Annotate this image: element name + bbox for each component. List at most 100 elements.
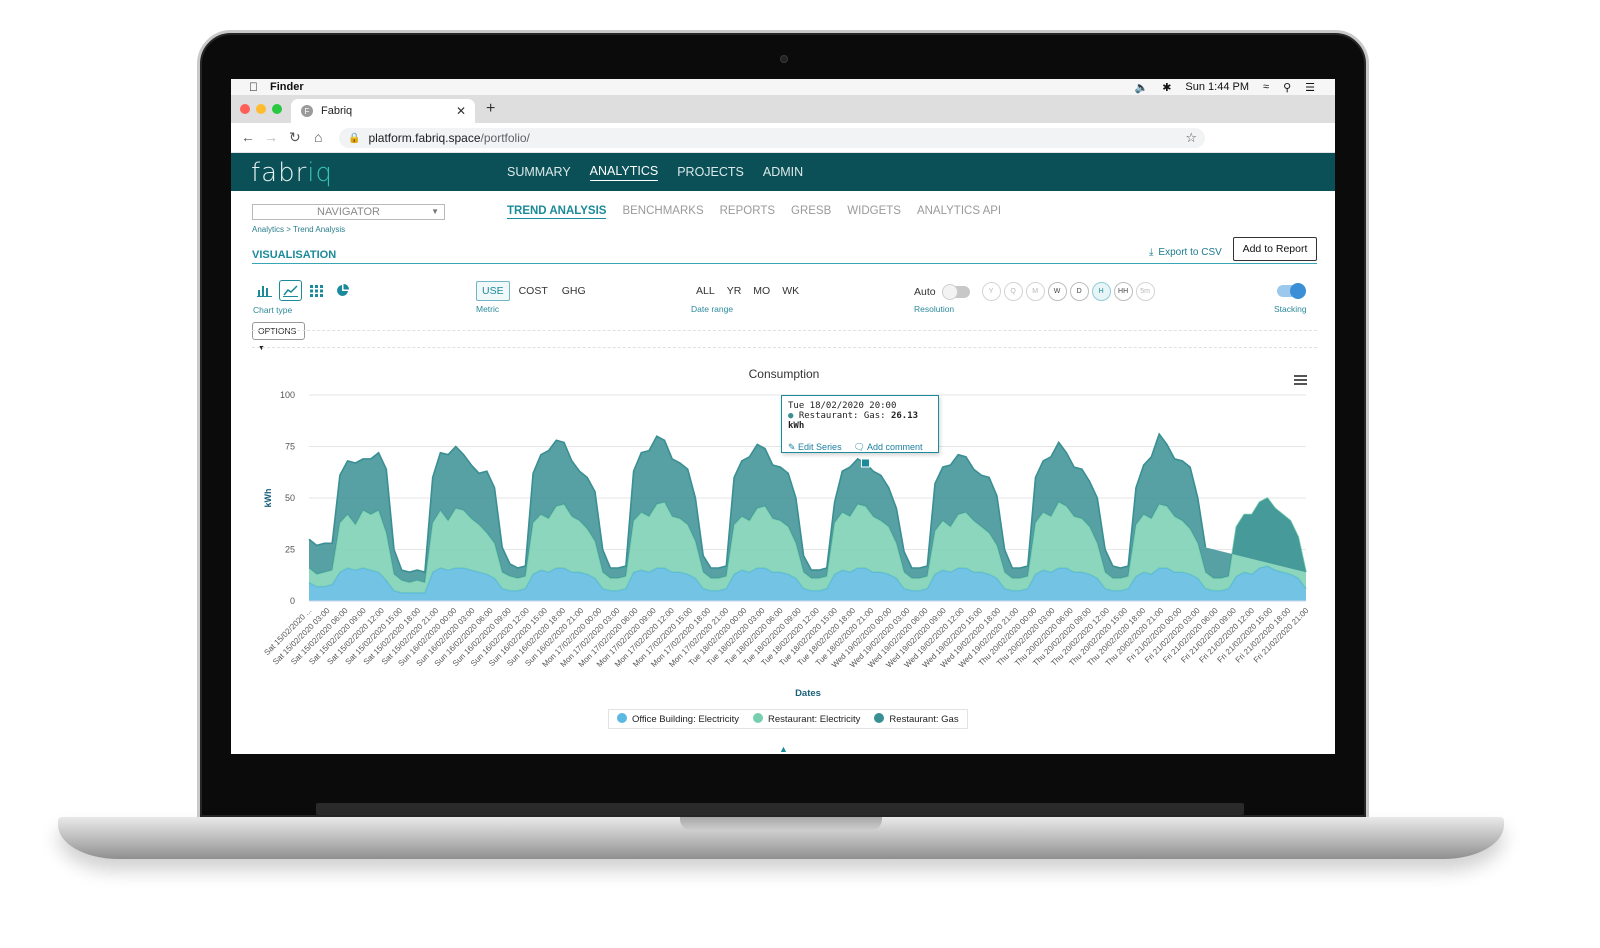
chevron-down-icon: ▼ [431,207,439,216]
volume-icon[interactable]: 🔈 [1135,81,1149,94]
auto-label: Auto [914,285,936,298]
tab-analytics-api[interactable]: ANALYTICS API [917,205,1001,219]
resolution-label: Resolution [914,304,955,314]
add-comment-link[interactable]: 🗨 Add comment [854,442,923,453]
legend-item-office-electricity[interactable]: Office Building: Electricity [617,713,739,725]
analytics-sub-nav: TREND ANALYSIS BENCHMARKS REPORTS GRESB … [507,205,1001,219]
resolution-h[interactable]: H [1091,282,1111,301]
range-wk[interactable]: WK [782,285,799,297]
y-tick-label: 25 [285,545,295,555]
options-divider [252,347,1317,348]
range-all[interactable]: ALL [696,285,715,297]
y-tick-label: 0 [290,596,295,606]
navigator-label: NAVIGATOR [317,206,380,218]
resolution-y[interactable]: Y [981,282,1001,301]
wifi-icon[interactable]: ≈ [1263,81,1269,93]
tooltip-series: Restaurant: Gas [798,411,881,421]
menubar-clock[interactable]: Sun 1:44 PM [1185,81,1249,93]
y-tick-label: 100 [280,390,295,400]
metric-cost[interactable]: COST [514,282,553,300]
reload-icon[interactable]: ↻ [289,129,301,146]
spotlight-icon[interactable]: ⚲ [1283,81,1291,94]
laptop-frame:  Finder 🔈 ✱ Sun 1:44 PM ≈ ⚲ ☰ F Fabriq … [0,0,1600,948]
y-axis-label: kWh [263,489,273,508]
new-tab-icon[interactable]: + [486,100,495,118]
forward-icon[interactable]: → [264,129,278,145]
favicon-icon: F [301,105,313,117]
resolution-m[interactable]: M [1025,282,1045,301]
resolution-5m[interactable]: 5m [1135,282,1155,301]
y-tick-label: 75 [285,442,295,452]
tooltip-actions: ✎ Edit Series 🗨 Add comment [788,442,932,453]
pie-chart-icon[interactable] [331,280,354,301]
export-csv-link[interactable]: ⤓ Export to CSV [1149,247,1222,258]
nav-analytics[interactable]: ANALYTICS [589,164,659,181]
home-icon[interactable]: ⌂ [314,129,322,145]
screen:  Finder 🔈 ✱ Sun 1:44 PM ≈ ⚲ ☰ F Fabriq … [231,79,1335,754]
metric-use[interactable]: USE [476,281,510,301]
range-mo[interactable]: MO [753,285,770,297]
tooltip-value-row: ● Restaurant: Gas: 26.13 kWh [788,411,919,431]
bar-chart-icon[interactable] [253,280,276,301]
add-to-report-button[interactable]: Add to Report [1233,237,1317,261]
resolution-group: Auto Y Q M W D H HH 5m [914,282,1158,301]
window-zoom-icon[interactable] [272,104,282,114]
main-nav: SUMMARY ANALYTICS PROJECTS ADMIN [507,153,803,191]
tab-reports[interactable]: REPORTS [720,205,775,219]
bookmark-star-icon[interactable]: ☆ [1185,130,1197,146]
address-bar[interactable]: 🔒 platform.fabriq.space /portfolio/ ☆ [339,128,1205,148]
stacking-label: Stacking [1274,304,1307,314]
bluetooth-icon[interactable]: ✱ [1162,81,1171,94]
window-close-icon[interactable] [240,104,250,114]
url-host: platform.fabriq.space [368,131,481,145]
nav-projects[interactable]: PROJECTS [677,165,744,179]
resolution-d[interactable]: D [1069,282,1089,301]
table-grid-icon[interactable] [305,280,328,301]
browser-tab[interactable]: F Fabriq ✕ [291,99,475,123]
tab-title: Fabriq [321,105,353,117]
laptop-base-notch [680,817,882,831]
legend-item-restaurant-electricity[interactable]: Restaurant: Electricity [753,713,860,725]
legend-item-restaurant-gas[interactable]: Restaurant: Gas [874,713,959,725]
chart-legend: Office Building: Electricity Restaurant:… [608,709,968,729]
resolution-hh[interactable]: HH [1113,282,1133,301]
metric-ghg[interactable]: GHG [557,282,591,300]
stacking-toggle[interactable] [1277,283,1306,299]
collapse-chevron-icon[interactable]: ▲ [779,744,788,754]
browser-toolbar: ← → ↻ ⌂ 🔒 platform.fabriq.space /portfol… [231,123,1335,153]
window-minimize-icon[interactable] [256,104,266,114]
breadcrumb[interactable]: Analytics > Trend Analysis [252,225,345,234]
resolution-q[interactable]: Q [1003,282,1023,301]
apple-icon[interactable]:  [249,80,258,94]
webcam [780,55,788,63]
edit-series-link[interactable]: ✎ Edit Series [788,442,842,453]
tab-close-icon[interactable]: ✕ [456,104,466,118]
browser-tabbar: F Fabriq ✕ + [231,95,1335,123]
notification-center-icon[interactable]: ☰ [1305,81,1315,94]
metric-label: Metric [476,304,500,314]
back-icon[interactable]: ← [241,129,255,145]
tab-trend-analysis[interactable]: TREND ANALYSIS [507,205,607,219]
chart-tooltip: Tue 18/02/2020 20:00 ● Restaurant: Gas: … [781,395,939,453]
fabriq-logo[interactable]: fabriq [251,158,333,188]
tab-gresb[interactable]: GRESB [791,205,831,219]
date-range-label: Date range [691,304,734,314]
chart-menu-icon[interactable] [1294,375,1307,387]
auto-resolution-toggle[interactable] [941,283,970,300]
resolution-w[interactable]: W [1047,282,1067,301]
section-title: VISUALISATION [252,249,337,261]
menubar-app-name[interactable]: Finder [270,81,304,93]
range-yr[interactable]: YR [727,285,742,297]
lock-icon: 🔒 [348,132,361,144]
options-dropdown[interactable]: OPTIONS ▼ [252,322,305,352]
tab-widgets[interactable]: WIDGETS [847,205,901,219]
tab-benchmarks[interactable]: BENCHMARKS [622,205,703,219]
line-chart-icon[interactable] [279,280,302,301]
export-label: Export to CSV [1158,247,1222,258]
navigator-select[interactable]: NAVIGATOR ▼ [252,204,445,220]
date-range-group: ALL YR MO WK [696,285,811,297]
nav-admin[interactable]: ADMIN [763,165,803,179]
chart-type-group [253,280,357,301]
laptop-hinge [316,803,1244,815]
nav-summary[interactable]: SUMMARY [507,165,571,179]
